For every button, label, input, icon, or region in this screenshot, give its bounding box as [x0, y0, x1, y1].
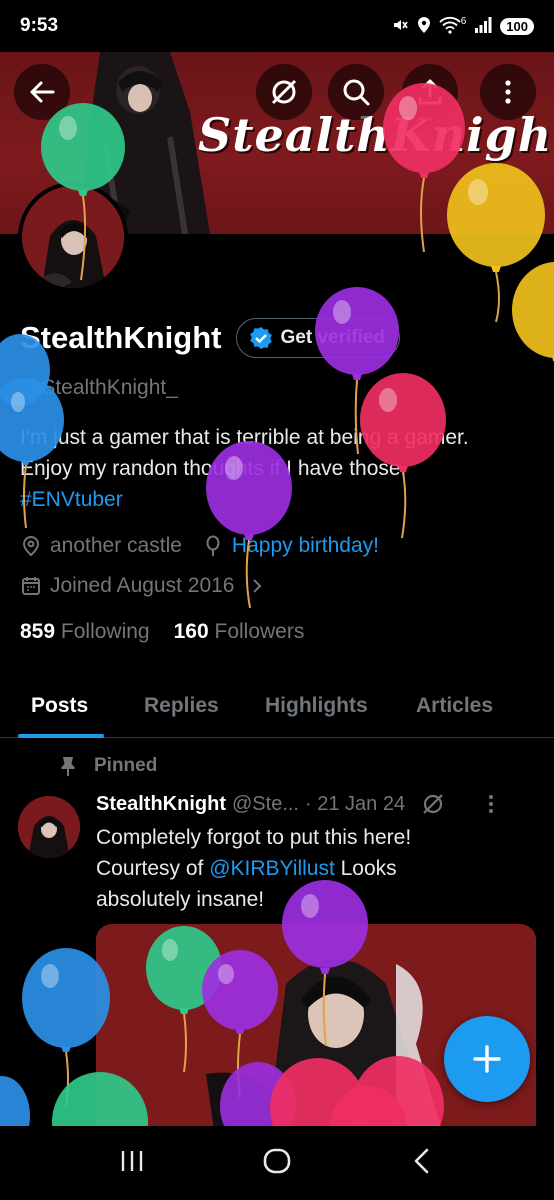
compose-post-button[interactable]: [444, 1016, 530, 1102]
post-header: StealthKnight @Ste... · 21 Jan 24: [96, 792, 501, 816]
followers-count: 160: [173, 620, 209, 643]
post-author-avatar[interactable]: [18, 796, 80, 858]
active-tab-indicator: [18, 734, 104, 738]
tab-posts[interactable]: Posts: [31, 694, 88, 718]
search-button[interactable]: [328, 64, 384, 120]
recents-icon: [121, 1150, 143, 1171]
post-text-line: absolutely insane!: [96, 888, 265, 911]
pin-icon: [61, 757, 75, 776]
post-text-line: Looks: [334, 857, 397, 880]
verified-badge-icon: [249, 327, 272, 349]
tab-articles[interactable]: Articles: [416, 694, 493, 718]
birthday-balloon: [512, 262, 554, 361]
post-author-name[interactable]: StealthKnight: [96, 793, 226, 816]
tab-replies[interactable]: Replies: [144, 694, 219, 718]
grok-icon[interactable]: [421, 792, 445, 816]
more-icon: [505, 80, 511, 104]
profile-tabs: Posts Replies Highlights Articles: [0, 676, 554, 738]
birthday-balloon: [0, 1076, 30, 1126]
location-status-icon: [417, 16, 431, 37]
post-author-handle: @Ste...: [232, 792, 299, 815]
network-label: 6: [460, 15, 467, 27]
following-count: 859: [20, 620, 56, 643]
system-back-button[interactable]: [407, 1146, 437, 1181]
calendar-icon: [22, 577, 40, 595]
home-button[interactable]: [261, 1145, 293, 1182]
birthday-balloon: [206, 441, 292, 609]
profile-location: another castle: [50, 534, 182, 557]
post-avatar-image: [18, 796, 80, 858]
battery-indicator: 100: [500, 17, 534, 35]
followers-link[interactable]: 160 Followers: [174, 620, 305, 644]
following-link[interactable]: 859 Following: [20, 620, 150, 644]
post-date: · 21 Jan 24: [305, 792, 406, 815]
pinned-indicator: Pinned: [58, 755, 157, 777]
status-icons: 6 100: [391, 16, 534, 37]
wifi-icon: [439, 16, 461, 37]
profile-meta-row: another castle Happy birthday!: [20, 534, 379, 558]
plus-icon: [473, 1045, 501, 1073]
followers-label: Followers: [214, 620, 305, 643]
following-label: Following: [60, 620, 150, 643]
home-icon: [263, 1148, 291, 1173]
more-options-button[interactable]: [480, 64, 536, 120]
pinned-label: Pinned: [94, 755, 158, 776]
system-nav-bar: [0, 1126, 554, 1200]
birthday-balloon: [41, 103, 125, 281]
post-text-line: Completely forgot to put this here!: [96, 826, 412, 849]
recents-button[interactable]: [117, 1146, 147, 1181]
signal-icon: [474, 16, 492, 37]
status-bar: 9:53 6 100: [0, 0, 554, 52]
birthday-balloon: [282, 880, 368, 1047]
birthday-balloon: [360, 373, 446, 539]
birthday-balloon-cluster: [220, 1056, 444, 1126]
tab-highlights[interactable]: Highlights: [265, 694, 368, 718]
mention-link[interactable]: @KIRBYillust: [209, 857, 335, 880]
status-time: 9:53: [20, 15, 59, 36]
post-text-line: Courtesy of: [96, 857, 210, 880]
location-icon: [22, 535, 40, 557]
birthday-balloon: [52, 1072, 148, 1126]
birthday-balloon: [0, 334, 64, 529]
search-icon: [343, 79, 370, 106]
grok-button[interactable]: [256, 64, 312, 120]
mute-icon: [391, 16, 409, 37]
back-icon: [414, 1148, 429, 1173]
grok-icon: [271, 79, 297, 105]
post-more-icon[interactable]: [481, 792, 501, 816]
follow-counts: 859 Following 160 Followers: [20, 620, 304, 644]
